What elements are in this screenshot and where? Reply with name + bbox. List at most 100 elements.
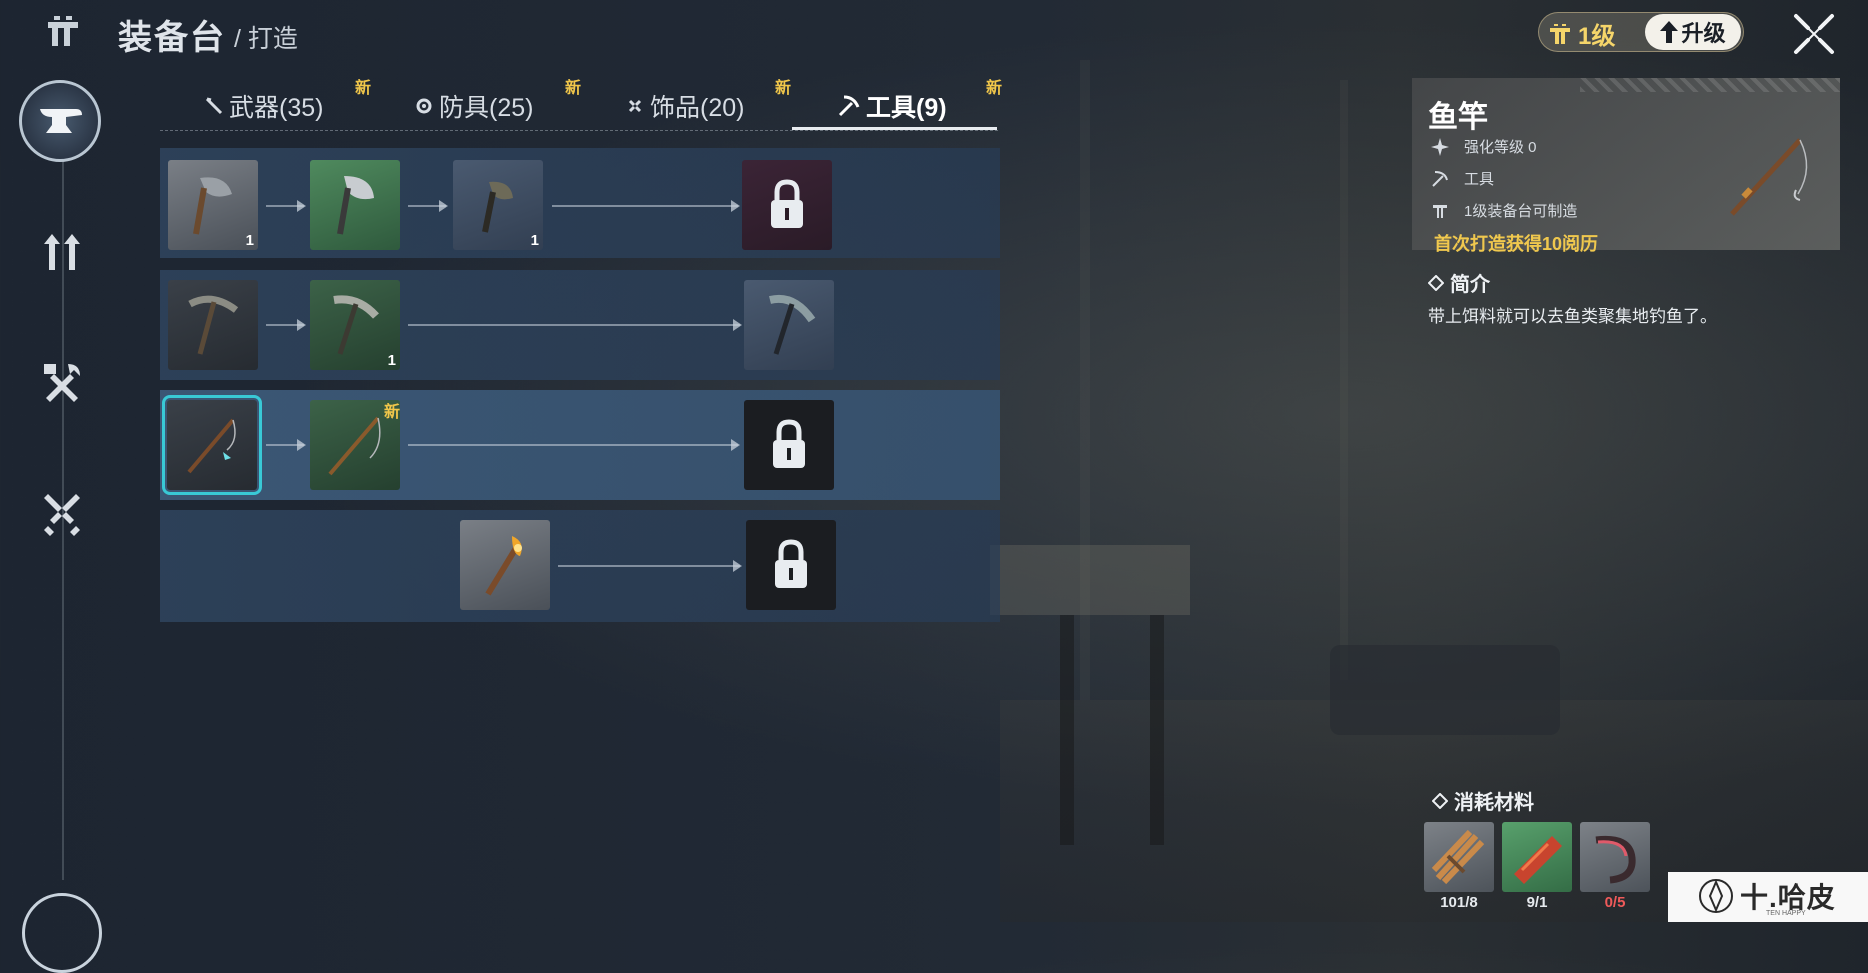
workbench-logo-icon — [48, 16, 78, 46]
tree-arrow — [558, 560, 742, 572]
material-red-count: 9/1 — [1526, 894, 1548, 911]
first-craft-bonus: 首次打造获得10阅历 — [1434, 234, 1599, 254]
pickaxe-tier1-icon — [188, 295, 239, 355]
material-red[interactable] — [1502, 822, 1572, 892]
tree-item-locked[interactable] — [744, 400, 834, 490]
tab-armor-label: 防具(25) — [439, 94, 534, 122]
tree-item-axe-2[interactable] — [310, 160, 400, 250]
nav-bottom-button[interactable] — [22, 893, 102, 973]
tab-accessories-new-badge: 新 — [775, 80, 792, 97]
prop-requirement-text: 1级装备台可制造 — [1464, 203, 1578, 220]
crossed-tools-icon — [44, 364, 80, 402]
tree-item-fishing-rod[interactable] — [162, 395, 262, 495]
level-indicator: 1级 — [1548, 16, 1615, 51]
sword-icon — [205, 97, 223, 115]
tab-active-underline — [792, 127, 997, 130]
material-wood[interactable] — [1424, 822, 1494, 892]
tree-arrow — [408, 200, 448, 212]
tree-item-torch[interactable] — [460, 520, 550, 610]
anvil-icon — [40, 109, 82, 133]
shield-ring-icon — [416, 98, 432, 114]
tree-item-pickaxe-2[interactable]: 1 — [310, 280, 400, 370]
tab-accessories[interactable]: 饰品(20) — [626, 85, 744, 127]
workbench-level-icon — [1550, 23, 1570, 44]
crossed-swords-icon — [44, 494, 80, 536]
item-count: 1 — [387, 352, 396, 369]
tab-tools[interactable]: 工具(9) — [838, 85, 947, 127]
tree-item-locked[interactable] — [742, 160, 832, 250]
tab-armor-new-badge: 新 — [565, 80, 582, 97]
fishing-rod-tier2-icon — [328, 416, 381, 476]
diamond-icon — [1432, 792, 1448, 809]
item-name: 鱼竿 — [1428, 101, 1488, 134]
axe-tier2-icon — [337, 176, 374, 235]
tree-arrow — [552, 200, 740, 212]
tree-arrow — [266, 200, 306, 212]
sparkle-icon — [1431, 137, 1449, 156]
material-wood-count: 101/8 — [1440, 894, 1478, 911]
upgrade-label: 升级 — [1681, 21, 1726, 46]
arrow-up-icon — [1660, 21, 1679, 43]
material-hook-count: 0/5 — [1604, 894, 1626, 911]
materials-title: 消耗材料 — [1454, 792, 1534, 814]
tab-weapons-new-badge: 新 — [355, 80, 372, 97]
tab-accessories-label: 饰品(20) — [650, 94, 745, 122]
material-hook[interactable] — [1580, 822, 1650, 892]
prop-requirement: 1级装备台可制造 — [1430, 200, 1577, 221]
close-icon[interactable] — [1790, 10, 1838, 58]
tab-weapons-label: 武器(35) — [229, 94, 324, 122]
lock-icon — [773, 419, 805, 468]
pickaxe-tier3-icon — [769, 295, 816, 355]
tree-item-axe-3[interactable]: 1 — [453, 160, 543, 250]
tree-arrow — [408, 319, 742, 331]
nav-anvil-button[interactable] — [19, 80, 101, 162]
double-arrow-up-icon — [44, 234, 80, 270]
pickaxe-icon — [838, 95, 860, 117]
pickaxe-tier2-icon — [333, 295, 379, 355]
prop-category-text: 工具 — [1464, 171, 1495, 188]
tab-tools-new-badge: 新 — [986, 80, 1003, 97]
new-badge: 新 — [384, 404, 401, 421]
red-material-icon — [1514, 836, 1562, 884]
tab-divider — [160, 130, 998, 131]
diamond-icon — [1428, 274, 1444, 291]
torch-icon — [485, 536, 522, 596]
tree-arrow — [266, 439, 306, 451]
tree-arrow — [266, 319, 306, 331]
fishing-rod-icon — [187, 418, 236, 474]
watermark-subtext: TEN HAPPY — [1766, 910, 1806, 917]
axe-tier1-icon — [193, 177, 232, 235]
prop-category: 工具 — [1430, 168, 1494, 189]
breadcrumb: / 打造 — [234, 25, 298, 53]
tree-item-pickaxe-1[interactable] — [168, 280, 258, 370]
tree-item-locked[interactable] — [746, 520, 836, 610]
intro-heading: 简介 — [1428, 268, 1490, 297]
materials-heading: 消耗材料 — [1432, 786, 1534, 815]
watermark-logo-icon — [1699, 879, 1733, 913]
tree-arrow — [408, 439, 740, 451]
item-count: 1 — [530, 232, 539, 249]
nav-upgrade-arrows[interactable] — [36, 226, 88, 278]
workbench-icon — [1433, 204, 1447, 218]
hook-material-icon — [1595, 835, 1636, 884]
prop-enhance-text: 强化等级 0 — [1464, 139, 1537, 156]
page-title: 装备台 — [118, 19, 226, 57]
tab-weapons[interactable]: 武器(35) — [205, 85, 323, 127]
pickaxe-icon — [1432, 170, 1448, 187]
tree-item-pickaxe-3[interactable] — [744, 280, 834, 370]
nav-swords[interactable] — [36, 490, 88, 542]
upgrade-button[interactable]: 升级 — [1645, 14, 1741, 50]
tab-armor[interactable]: 防具(25) — [415, 85, 533, 127]
tree-item-axe-1[interactable]: 1 — [168, 160, 258, 250]
fishing-rod-icon — [1730, 138, 1808, 216]
axe-tier3-icon — [482, 181, 513, 233]
item-count: 1 — [245, 232, 254, 249]
level-label: 1级 — [1578, 23, 1616, 50]
lock-icon — [771, 179, 803, 228]
lock-icon — [775, 539, 807, 588]
ornament-icon — [628, 99, 642, 113]
detail-card-pattern — [1580, 78, 1840, 92]
intro-title: 简介 — [1450, 274, 1490, 296]
nav-tools[interactable] — [36, 356, 88, 408]
wood-bundle-icon — [1431, 829, 1485, 885]
